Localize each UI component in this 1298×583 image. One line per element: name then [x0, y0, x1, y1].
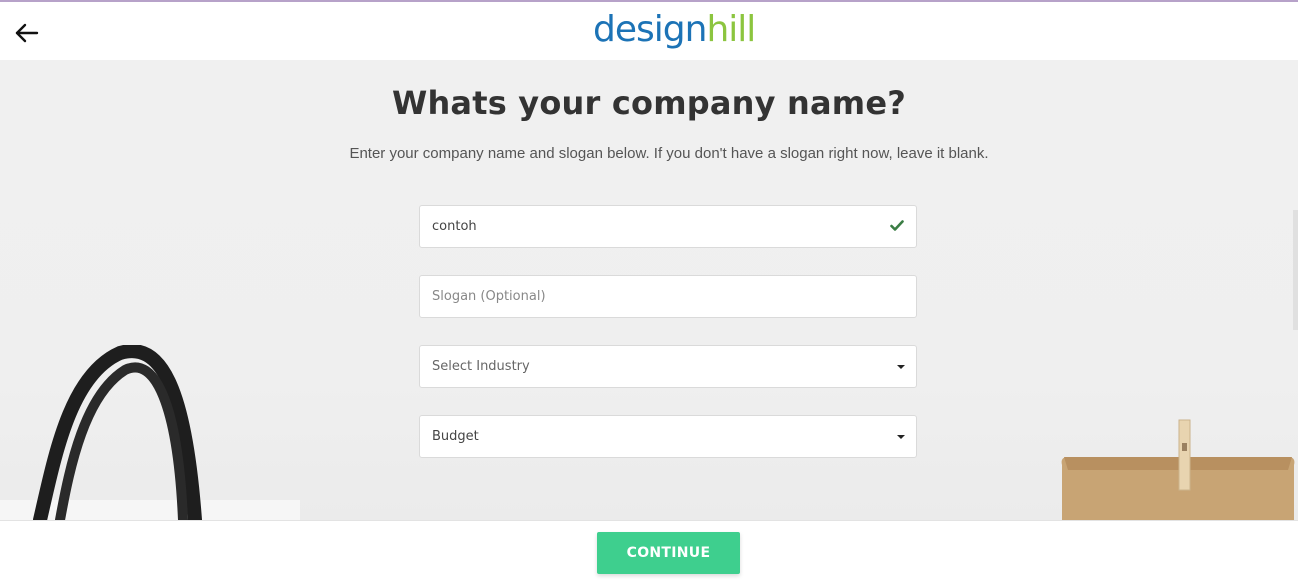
- budget-select[interactable]: Budget: [419, 415, 917, 458]
- page-title: Whats your company name?: [391, 84, 907, 122]
- page-subtitle: Enter your company name and slogan below…: [349, 145, 989, 162]
- header: designhill: [0, 2, 1298, 60]
- checkmark-icon: [890, 220, 904, 231]
- company-name-field[interactable]: [419, 205, 917, 248]
- industry-select[interactable]: Select Industry: [419, 345, 917, 388]
- logo-text-design: design: [593, 9, 707, 50]
- caret-down-icon: [897, 435, 905, 439]
- slogan-input[interactable]: [432, 276, 872, 317]
- caret-down-icon: [897, 365, 905, 369]
- tote-bag-illustration: [0, 345, 300, 520]
- footer-bar: CONTINUE: [0, 520, 1298, 583]
- paper-bag-illustration: [1061, 419, 1295, 520]
- arrow-left-icon: [15, 23, 39, 43]
- continue-button[interactable]: CONTINUE: [597, 532, 740, 574]
- right-edge-strip: [1293, 210, 1298, 330]
- budget-select-value: Budget: [432, 429, 479, 444]
- back-button[interactable]: [12, 18, 42, 48]
- industry-select-value: Select Industry: [432, 359, 530, 374]
- slogan-field[interactable]: [419, 275, 917, 318]
- designhill-logo[interactable]: designhill: [593, 6, 756, 54]
- company-name-input[interactable]: [432, 206, 872, 247]
- logo-text-hill: hill: [706, 9, 756, 50]
